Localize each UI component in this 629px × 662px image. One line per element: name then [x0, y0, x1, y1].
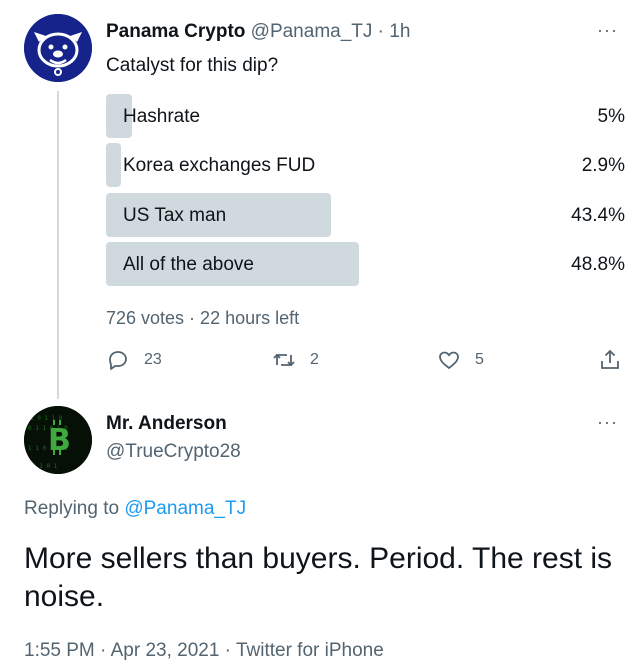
display-name[interactable]: Panama Crypto	[106, 21, 245, 42]
heart-icon	[439, 351, 459, 369]
svg-text:1 0 1 1 0: 1 0 1 1 0	[30, 415, 63, 422]
poll-option-percent: 2.9%	[581, 155, 625, 176]
svg-text:0 1 0 1: 0 1 0 1	[32, 463, 58, 470]
poll-option-label: Hashrate	[123, 106, 201, 127]
more-icon[interactable]: ···	[597, 20, 618, 41]
poll-option-label: Korea exchanges FUD	[123, 155, 316, 176]
reply-icon	[109, 351, 127, 370]
poll-option: US Tax man 43.4%	[106, 193, 625, 237]
poll-summary: 726 votes · 22 hours left	[106, 308, 300, 328]
poll-option-percent: 43.4%	[571, 205, 625, 226]
display-name[interactable]: Mr. Anderson	[106, 413, 227, 435]
bitcoin-matrix-icon: 1 0 1 1 0 0 1 1 0 1 0 1 1 0 1 0 1 0 1 0 …	[24, 406, 92, 474]
handle[interactable]: @TrueCrypto28	[106, 441, 241, 463]
poll-option-label: US Tax man	[123, 205, 227, 226]
poll-option: Korea exchanges FUD 2.9%	[106, 143, 625, 187]
tweet-text: More sellers than buyers. Period. The re…	[24, 542, 613, 613]
avatar[interactable]: 1 0 1 1 0 0 1 1 0 1 0 1 1 0 1 0 1 0 1 0 …	[24, 406, 92, 474]
poll-option: Hashrate 5%	[106, 94, 625, 138]
separator: ·	[377, 21, 384, 42]
thread-line	[57, 91, 59, 399]
replying-to: Replying to @Panama_TJ	[24, 498, 246, 520]
poll-bar	[106, 143, 121, 187]
poll-option: All of the above 48.8%	[106, 242, 625, 286]
bulldog-icon	[24, 14, 92, 82]
retweet-icon	[273, 353, 295, 367]
tweet-header: Panama Crypto @Panama_TJ · 1h	[106, 21, 410, 43]
replying-handle-link[interactable]: @Panama_TJ	[124, 498, 246, 519]
handle[interactable]: @Panama_TJ	[251, 21, 373, 42]
more-icon[interactable]: ···	[597, 412, 618, 433]
replying-prefix: Replying to	[24, 498, 125, 519]
tweet-meta[interactable]: 1:55 PM · Apr 23, 2021 · Twitter for iPh…	[24, 640, 384, 662]
reply-button[interactable]: 23	[106, 348, 162, 372]
reply-count: 23	[144, 351, 162, 368]
share-button[interactable]	[598, 348, 629, 372]
avatar[interactable]	[24, 14, 92, 82]
poll-option-percent: 5%	[597, 106, 625, 127]
like-count: 5	[475, 351, 484, 368]
tweet-text: Catalyst for this dip?	[106, 55, 279, 76]
timestamp[interactable]: 1h	[389, 21, 410, 42]
like-button[interactable]: 5	[437, 348, 484, 372]
retweet-button[interactable]: 2	[272, 348, 319, 372]
poll-option-label: All of the above	[123, 254, 254, 275]
share-icon	[601, 349, 619, 369]
retweet-count: 2	[310, 351, 319, 368]
poll-option-percent: 48.8%	[571, 254, 625, 275]
